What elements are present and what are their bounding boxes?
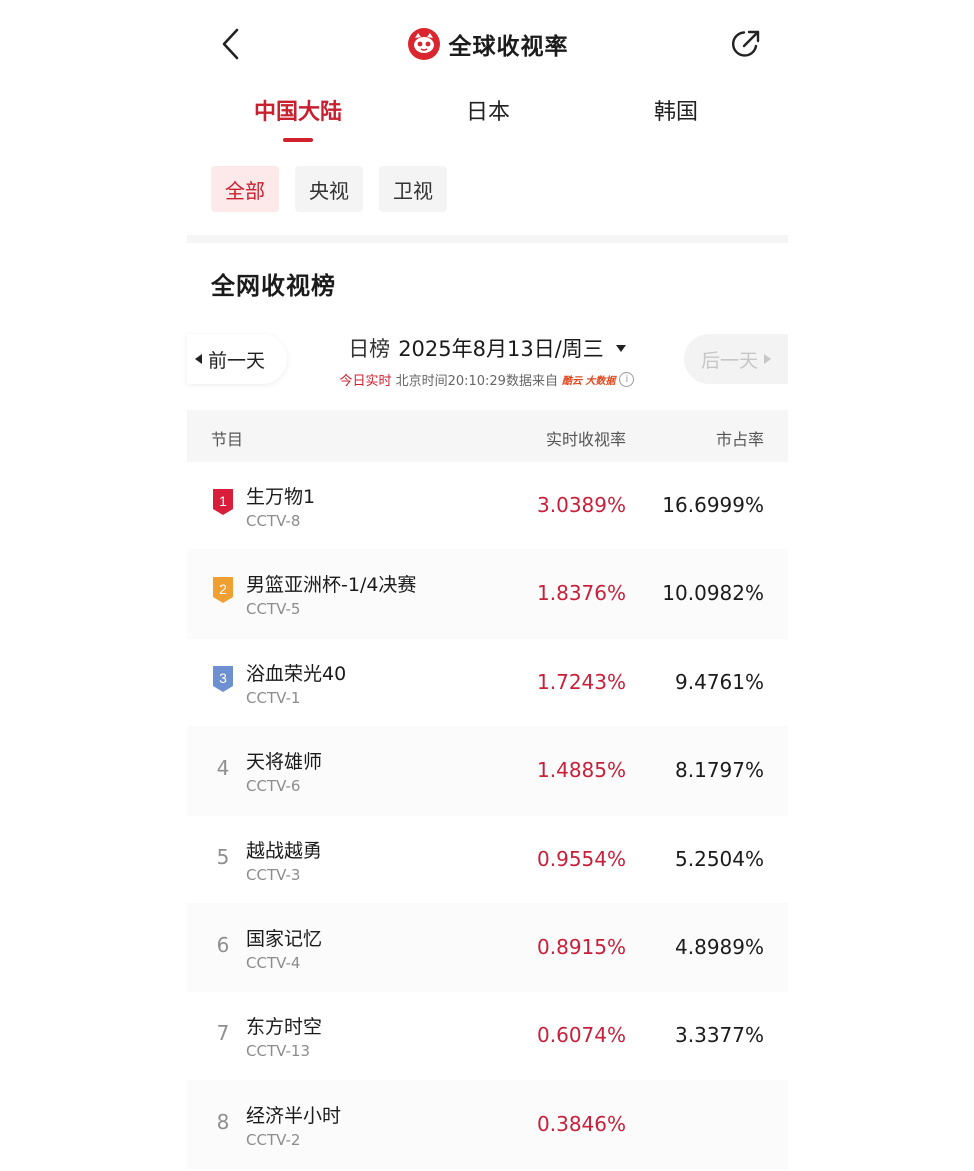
section-divider [187, 235, 788, 243]
date-selector: 日榜 2025年8月13日/周三 今日实时 北京时间20:10:29数据来自 酷… [307, 333, 667, 389]
rank-badge-bronze-icon: 3 [211, 664, 235, 694]
tab-japan[interactable]: 日本 [428, 94, 548, 126]
table-header: 节目 实时收视率 市占率 [187, 410, 788, 462]
program-channel: CCTV-4 [246, 953, 301, 972]
column-header-share: 市占率 [715, 430, 764, 449]
program-channel: CCTV-8 [246, 512, 301, 530]
program-name: 国家记忆 [246, 927, 323, 950]
header: 全球收视率 [187, 0, 788, 90]
triangle-left-icon [195, 354, 202, 364]
cat-logo-icon [407, 28, 440, 60]
title-group: 全球收视率 [187, 24, 788, 64]
program-name: 越战越勇 [246, 839, 323, 862]
market-share: 10.0982% [662, 581, 764, 606]
realtime-rating: 0.3846% [537, 1111, 626, 1136]
program-name: 浴血荣光40 [246, 662, 347, 685]
filter-satellite[interactable]: 卫视 [379, 166, 447, 212]
share-icon [732, 30, 760, 57]
prev-day-button[interactable]: 前一天 [187, 334, 287, 384]
realtime-rating: 1.7243% [537, 669, 626, 694]
program-channel: CCTV-13 [246, 1042, 310, 1061]
program-name: 东方时空 [246, 1016, 323, 1039]
realtime-rating: 1.4885% [537, 758, 626, 783]
rank-badge-silver-icon: 2 [211, 575, 235, 605]
data-source-line: 今日实时 北京时间20:10:29数据来自 酷云 大数据 i [307, 370, 667, 389]
tab-korea[interactable]: 韩国 [616, 94, 736, 126]
update-time: 北京时间20:10:29数据来自 [395, 374, 558, 389]
rank-number: 3 [219, 670, 227, 686]
app-screen: 全球收视率 中国大陆 日本 韩国 全部 央视 卫视 全网收视榜 前一天 日榜 2… [187, 0, 788, 1171]
rank-number: 6 [216, 932, 230, 957]
table-row[interactable]: 1 生万物1 CCTV-8 3.0389% 16.6999% [187, 462, 788, 551]
info-icon[interactable]: i [619, 372, 635, 387]
data-source-logo: 酷云 大数据 [561, 376, 616, 387]
program-channel: CCTV-1 [246, 688, 301, 707]
region-tabs: 中国大陆 日本 韩国 [187, 88, 788, 148]
realtime-rating: 3.0389% [537, 493, 626, 517]
program-name: 天将雄师 [246, 751, 323, 774]
table-row[interactable]: 2 男篮亚洲杯-1/4决赛 CCTV-5 1.8376% 10.0982% [187, 550, 788, 639]
realtime-rating: 0.6074% [537, 1023, 626, 1048]
caret-down-icon [615, 344, 626, 352]
rank-number: 5 [216, 844, 230, 869]
market-share: 8.1797% [675, 758, 764, 783]
program-channel: CCTV-3 [246, 865, 301, 884]
market-share: 3.3377% [675, 1023, 764, 1048]
section-title: 全网收视榜 [211, 272, 336, 300]
next-day-label: 后一天 [700, 349, 758, 372]
share-button[interactable] [726, 24, 766, 64]
active-tab-indicator [283, 138, 313, 142]
realtime-rating: 1.8376% [537, 581, 626, 606]
program-channel: CCTV-5 [246, 600, 301, 619]
program-channel: CCTV-6 [246, 777, 301, 796]
program-name: 男篮亚洲杯-1/4决赛 [246, 574, 417, 597]
tab-mainland-china[interactable]: 中国大陆 [238, 94, 358, 126]
date-label: 2025年8月13日/周三 [398, 337, 604, 361]
rank-number: 7 [216, 1021, 230, 1046]
rank-type-label: 日榜 [348, 337, 391, 361]
date-dropdown[interactable]: 日榜 2025年8月13日/周三 [307, 333, 667, 363]
page-title: 全球收视率 [448, 34, 569, 60]
prev-day-label: 前一天 [208, 349, 266, 372]
column-header-rating: 实时收视率 [545, 430, 626, 449]
live-label: 今日实时 [339, 374, 392, 389]
next-day-button[interactable]: 后一天 [684, 334, 788, 384]
market-share: 5.2504% [675, 846, 764, 871]
market-share: 4.8989% [675, 934, 764, 959]
rank-number: 1 [219, 493, 227, 509]
program-channel: CCTV-2 [246, 1130, 301, 1149]
table-row[interactable]: 3 浴血荣光40 CCTV-1 1.7243% 9.4761% [187, 639, 788, 728]
rank-badge-gold-icon: 1 [211, 487, 235, 517]
channel-filter: 全部 央视 卫视 [211, 166, 447, 212]
filter-all[interactable]: 全部 [211, 166, 279, 212]
rank-number: 2 [219, 581, 227, 597]
program-name: 生万物1 [246, 486, 316, 508]
table-row[interactable]: 8 经济半小时 CCTV-2 0.3846% [187, 1080, 788, 1170]
triangle-right-icon [764, 354, 771, 364]
rank-number: 8 [216, 1109, 230, 1134]
program-name: 经济半小时 [246, 1104, 342, 1127]
table-row[interactable]: 6 国家记忆 CCTV-4 0.8915% 4.8989% [187, 903, 788, 993]
realtime-rating: 0.8915% [537, 934, 626, 959]
market-share: 9.4761% [675, 669, 764, 694]
table-row[interactable]: 4 天将雄师 CCTV-6 1.4885% 8.1797% [187, 727, 788, 816]
realtime-rating: 0.9554% [537, 846, 626, 871]
filter-cctv[interactable]: 央视 [295, 166, 363, 212]
market-share: 16.6999% [662, 493, 764, 517]
column-header-program: 节目 [211, 430, 244, 449]
ranking-list: 1 生万物1 CCTV-8 3.0389% 16.6999% 2 男篮亚洲杯-1… [187, 462, 788, 1170]
table-row[interactable]: 7 东方时空 CCTV-13 0.6074% 3.3377% [187, 992, 788, 1081]
rank-number: 4 [216, 756, 230, 781]
table-row[interactable]: 5 越战越勇 CCTV-3 0.9554% 5.2504% [187, 816, 788, 904]
